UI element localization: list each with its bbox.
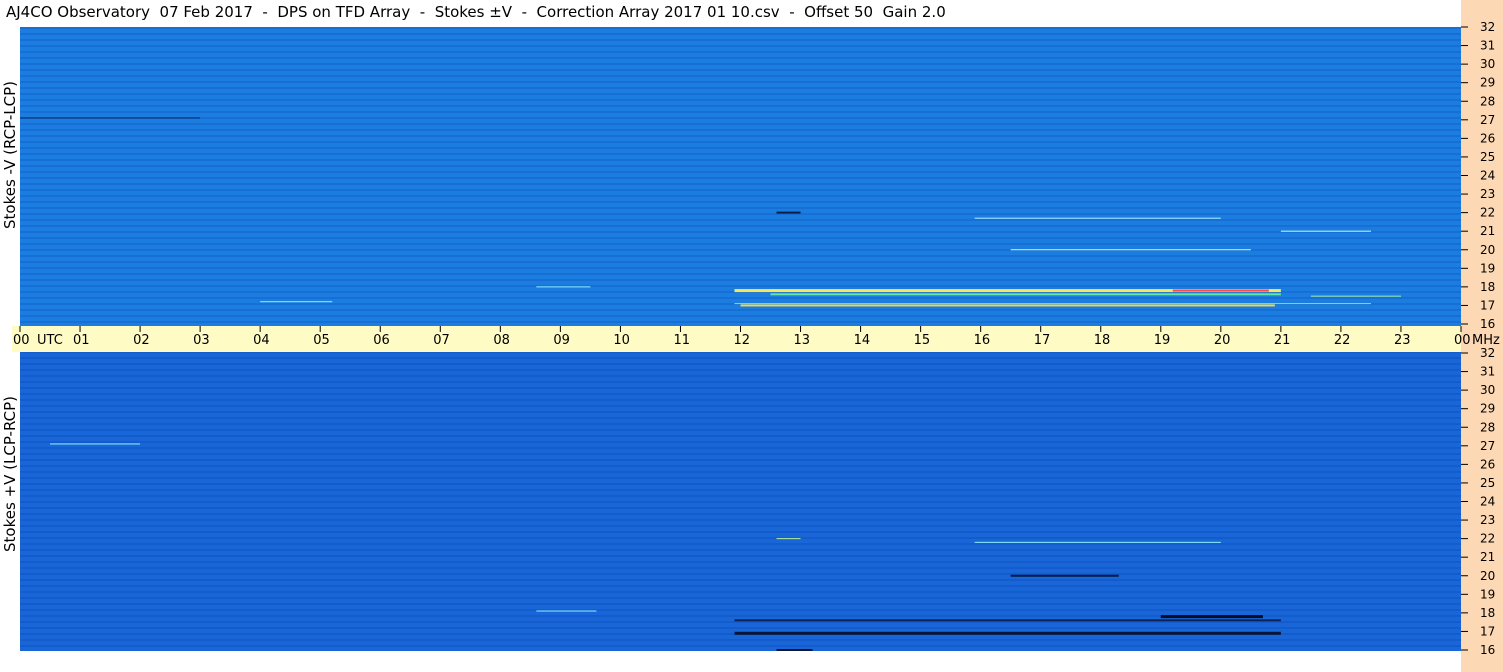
freq-label: 16 [1480, 317, 1495, 331]
hour-label: 13 [794, 333, 811, 348]
freq-label: 29 [1480, 402, 1495, 416]
emission-streak [536, 610, 597, 612]
freq-label: 19 [1480, 261, 1495, 275]
emission-streak [1010, 249, 1251, 251]
freq-label: 26 [1480, 131, 1495, 145]
hour-label: 21 [1274, 333, 1291, 348]
emission-streak [1172, 289, 1269, 292]
hour-label: 15 [914, 333, 931, 348]
hour-label: 00 [1454, 333, 1471, 348]
freq-label: 29 [1480, 76, 1495, 90]
hour-label: 18 [1094, 333, 1111, 348]
freq-label: 24 [1480, 495, 1495, 509]
freq-label: 18 [1480, 280, 1495, 294]
emission-streak [20, 117, 201, 119]
freq-label: 28 [1480, 420, 1495, 434]
hour-label: 01 [73, 333, 90, 348]
hour-label: 02 [133, 333, 150, 348]
utc-label: UTC [37, 333, 63, 348]
mhz-label: MHz [1472, 333, 1500, 348]
emission-streak [974, 541, 1221, 543]
freq-label: 27 [1480, 113, 1495, 127]
page-title: AJ4CO Observatory 07 Feb 2017 - DPS on T… [6, 3, 946, 21]
freq-label: 17 [1480, 298, 1495, 312]
top-panel-ylabel: Stokes -V (RCP-LCP) [1, 81, 19, 229]
hour-label: 20 [1214, 333, 1231, 348]
freq-label: 31 [1480, 365, 1495, 379]
freq-label: 27 [1480, 439, 1495, 453]
hour-label: 09 [553, 333, 570, 348]
freq-label: 32 [1480, 20, 1495, 34]
hour-label: 11 [673, 333, 690, 348]
bottom-frequency-ticks: 32 31 30 29 28 27 26 25 24 23 22 21 20 19 18 17 16 [1461, 346, 1495, 657]
emission-streak [1310, 295, 1401, 297]
emission-streak [1280, 230, 1371, 232]
emission-streak [50, 443, 141, 445]
freq-label: 22 [1480, 206, 1495, 220]
freq-label: 28 [1480, 94, 1495, 108]
hour-label: 14 [854, 333, 871, 348]
emission-streak [1010, 574, 1119, 577]
hour-label: 16 [974, 333, 991, 348]
hour-label: 10 [613, 333, 630, 348]
freq-label: 23 [1480, 513, 1495, 527]
freq-label: 32 [1480, 346, 1495, 360]
freq-label: 20 [1480, 243, 1495, 257]
freq-label: 23 [1480, 187, 1495, 201]
freq-label: 21 [1480, 224, 1495, 238]
hour-label: 05 [313, 333, 330, 348]
hour-label: 03 [193, 333, 210, 348]
emission-streak [776, 211, 801, 214]
hour-label: 07 [433, 333, 450, 348]
emission-streak [260, 301, 333, 303]
bottom-panel-ylabel: Stokes +V (LCP-RCP) [1, 396, 19, 552]
freq-label: 20 [1480, 569, 1495, 583]
top-frequency-ticks: 32 31 30 29 28 27 26 25 24 23 22 21 20 19 18 17 16 [1461, 20, 1495, 331]
emission-streak [776, 649, 813, 651]
freq-label: 22 [1480, 532, 1495, 546]
hour-label: 04 [253, 333, 270, 348]
hour-label: 12 [734, 333, 751, 348]
hour-label: 08 [493, 333, 510, 348]
emission-streak [740, 304, 1275, 307]
hour-label: 22 [1334, 333, 1351, 348]
bottom-spectrogram [20, 352, 1461, 651]
hour-label: 19 [1154, 333, 1171, 348]
emission-streak [776, 538, 801, 540]
freq-label: 16 [1480, 643, 1495, 657]
hour-label: 06 [373, 333, 390, 348]
freq-label: 21 [1480, 550, 1495, 564]
freq-label: 25 [1480, 476, 1495, 490]
hour-label: 17 [1034, 333, 1051, 348]
freq-label: 26 [1480, 457, 1495, 471]
freq-label: 30 [1480, 57, 1495, 71]
emission-streak [734, 619, 1281, 622]
freq-label: 25 [1480, 150, 1495, 164]
emission-streak [770, 293, 1281, 296]
hour-label: 00 [13, 333, 30, 348]
freq-label: 19 [1480, 587, 1495, 601]
emission-streak [734, 303, 1371, 305]
freq-label: 30 [1480, 383, 1495, 397]
hour-label: 23 [1394, 333, 1411, 348]
freq-label: 18 [1480, 606, 1495, 620]
top-spectrogram [20, 27, 1461, 326]
spectrogram-chart: 00 01 02 03 04 05 06 07 08 09 10 11 12 13 14 15 16 17 18 19… [0, 20, 1500, 672]
freq-label: 31 [1480, 39, 1495, 53]
emission-streak [974, 217, 1221, 219]
bottom-margin [0, 651, 1461, 672]
freq-label: 17 [1480, 624, 1495, 638]
emission-streak [734, 631, 1281, 635]
freq-label: 24 [1480, 169, 1495, 183]
emission-streak [1160, 615, 1263, 619]
emission-streak [536, 286, 591, 288]
